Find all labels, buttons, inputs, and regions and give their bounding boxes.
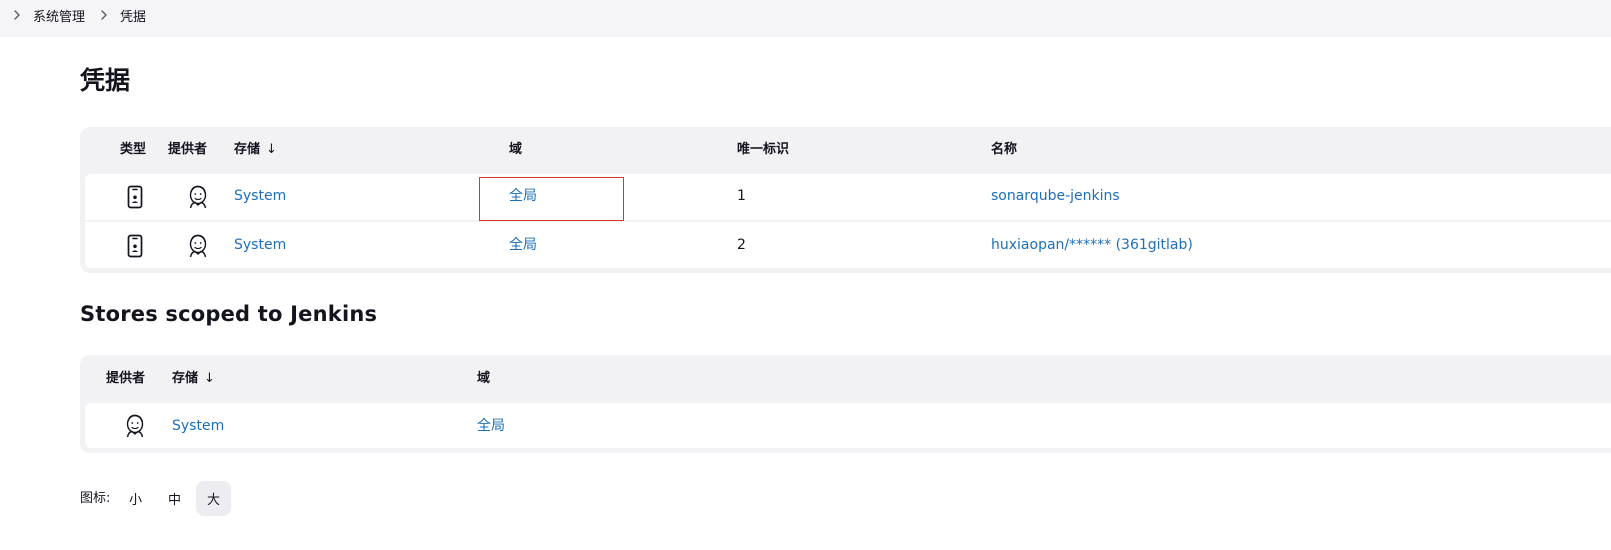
column-header-name: 名称 xyxy=(991,142,1018,157)
domain-link[interactable]: 全局 xyxy=(477,416,505,436)
domain-link[interactable]: 全局 xyxy=(509,186,537,206)
credential-name-link[interactable]: huxiaopan/****** (361gitlab) xyxy=(991,235,1193,255)
store-link[interactable]: System xyxy=(234,235,286,255)
credential-id: 1 xyxy=(737,188,746,204)
credentials-table xyxy=(80,127,1611,273)
sort-arrow-icon[interactable]: ↓ xyxy=(266,142,277,157)
breadcrumb-item-system-management[interactable]: 系统管理 xyxy=(33,0,85,30)
breadcrumb: 系统管理 凭据 xyxy=(0,0,1611,37)
stores-table xyxy=(80,355,1611,453)
column-header-provider: 提供者 xyxy=(168,142,208,157)
store-link[interactable]: System xyxy=(172,416,224,436)
mobile-credential-icon xyxy=(122,184,148,210)
breadcrumb-item-credentials[interactable]: 凭据 xyxy=(120,0,146,30)
chevron-right-icon xyxy=(97,8,111,22)
icon-size-small-button[interactable]: 小 xyxy=(118,481,153,516)
column-header-domain: 域 xyxy=(477,371,491,386)
credential-name-link[interactable]: sonarqube-jenkins xyxy=(991,186,1120,206)
jenkins-icon xyxy=(185,233,211,259)
store-link[interactable]: System xyxy=(234,186,286,206)
table-row xyxy=(85,222,1611,268)
table-row xyxy=(85,403,1611,448)
column-header-store-label[interactable]: 存储 xyxy=(234,142,260,157)
credential-id: 2 xyxy=(737,237,746,253)
table-row xyxy=(85,174,1611,220)
sort-arrow-icon[interactable]: ↓ xyxy=(204,371,215,386)
page-title: 凭据 xyxy=(80,66,131,95)
column-header-id: 唯一标识 xyxy=(737,142,790,157)
section-title: Stores scoped to Jenkins xyxy=(80,302,378,326)
jenkins-icon xyxy=(122,413,148,439)
icon-size-medium-button[interactable]: 中 xyxy=(157,481,192,516)
mobile-credential-icon xyxy=(122,233,148,259)
domain-link[interactable]: 全局 xyxy=(509,235,537,255)
column-header-provider: 提供者 xyxy=(106,371,146,386)
icon-size-label: 图标: xyxy=(80,491,111,506)
column-header-store[interactable]: 存储 ↓ xyxy=(234,141,277,159)
column-header-store[interactable]: 存储 ↓ xyxy=(172,370,215,388)
column-header-type: 类型 xyxy=(120,142,147,157)
jenkins-icon xyxy=(185,184,211,210)
icon-size-large-button[interactable]: 大 xyxy=(196,481,231,516)
column-header-domain: 域 xyxy=(509,142,523,157)
chevron-right-icon xyxy=(10,8,24,22)
column-header-store-label[interactable]: 存储 xyxy=(172,371,198,386)
